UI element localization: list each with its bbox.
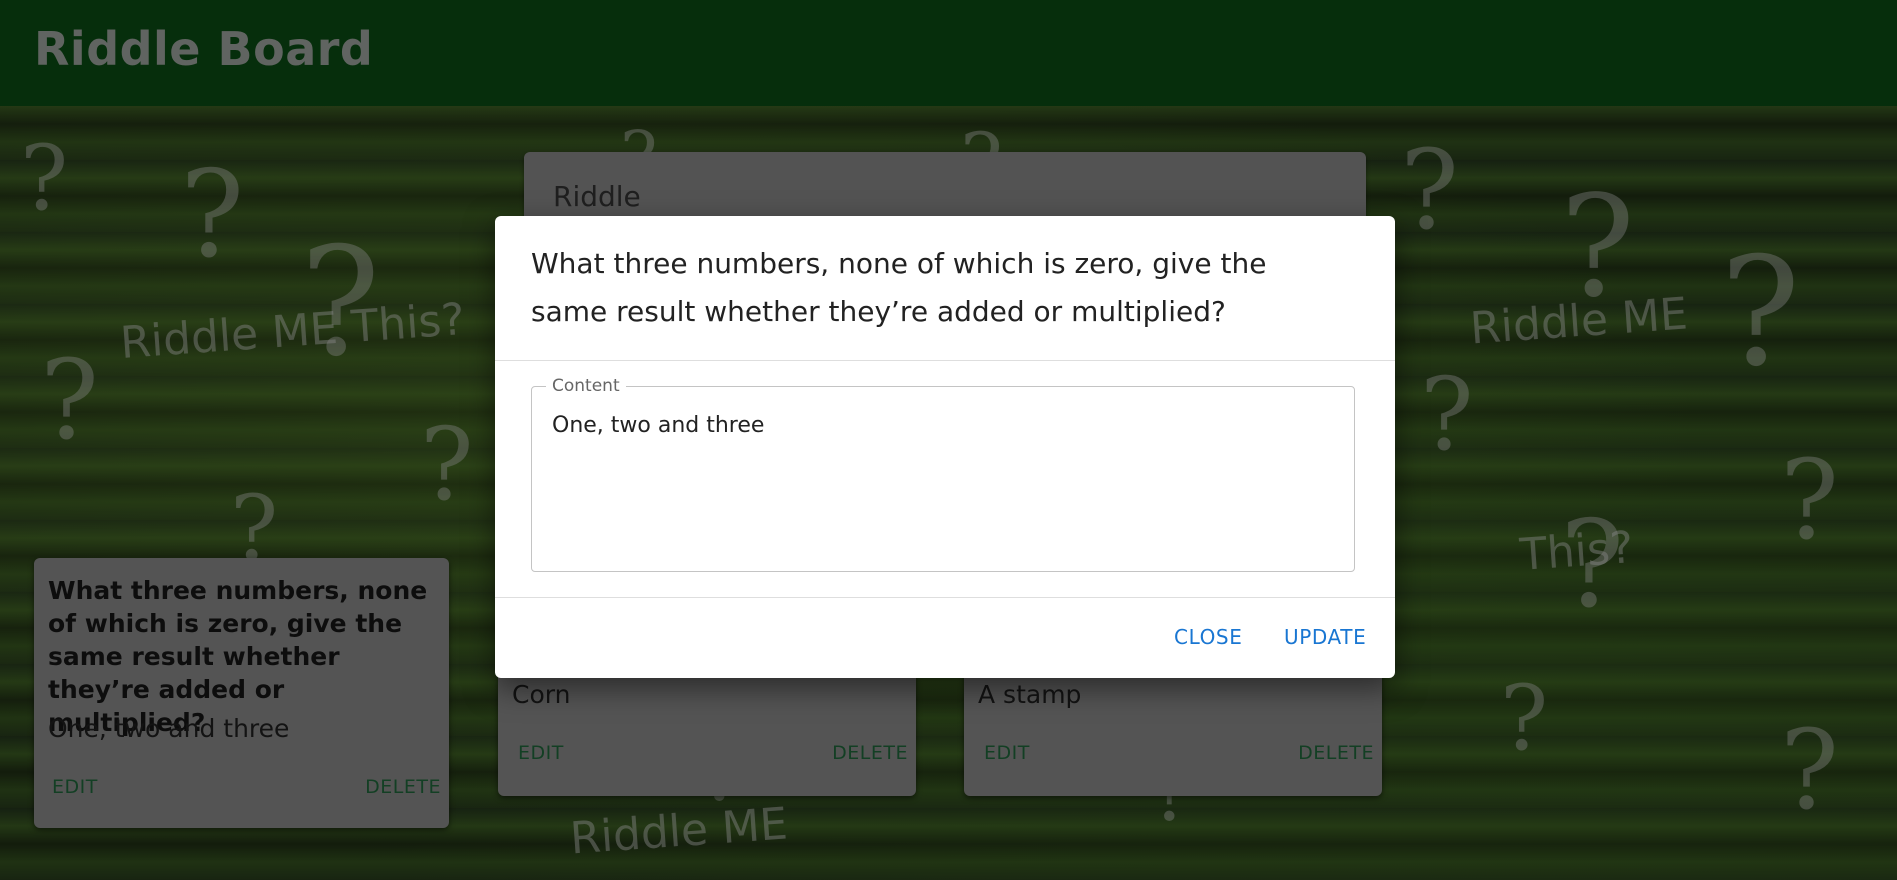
- content-label: Content: [546, 376, 626, 396]
- dialog-divider: [495, 360, 1395, 361]
- content-textarea[interactable]: Content One, two and three: [531, 376, 1355, 572]
- dialog-divider: [495, 597, 1395, 598]
- edit-riddle-dialog: What three numbers, none of which is zer…: [495, 216, 1395, 678]
- close-button[interactable]: CLOSE: [1174, 625, 1242, 649]
- dialog-title: What three numbers, none of which is zer…: [531, 247, 1267, 328]
- content-value[interactable]: One, two and three: [552, 413, 764, 438]
- update-button[interactable]: UPDATE: [1284, 625, 1366, 649]
